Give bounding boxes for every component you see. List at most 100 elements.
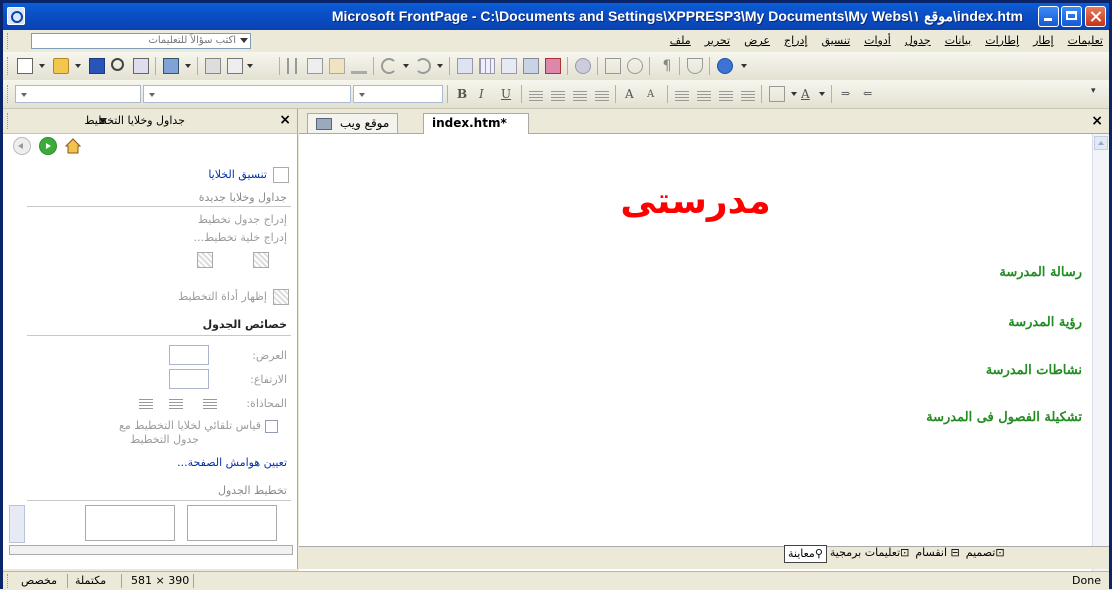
layout-preview[interactable] [85, 505, 175, 541]
folder-list-icon[interactable] [605, 58, 621, 74]
align-left-icon[interactable] [139, 399, 153, 409]
insert-layer-icon[interactable] [501, 58, 517, 74]
layout-list-scrollbar[interactable] [9, 505, 25, 543]
cut-icon[interactable] [287, 58, 297, 74]
layout-tool-icon[interactable] [273, 289, 289, 305]
font-color-icon[interactable]: A [801, 87, 810, 101]
page-margins-link[interactable]: تعيين هوامش الصفحة... [177, 456, 287, 469]
rtl-icon[interactable]: ⇐ [863, 87, 872, 100]
design-view-tab[interactable]: ⊡تصميم [963, 545, 1008, 563]
menu-help[interactable]: تعليمات [1068, 34, 1103, 47]
school-activities-link[interactable]: نشاطات المدرسة [986, 363, 1082, 378]
menu-insert[interactable]: إدراج [784, 34, 807, 47]
format-painter-icon[interactable] [351, 58, 367, 74]
insert-table-icon[interactable] [479, 58, 495, 74]
style-select[interactable] [15, 85, 141, 103]
school-vision-link[interactable]: رؤية المدرسة [1008, 315, 1082, 330]
menu-tools[interactable]: أدوات [864, 34, 891, 47]
split-view-tab[interactable]: ⊟ انقسام [912, 545, 962, 563]
status-complete[interactable]: مكتملة [75, 574, 106, 587]
justify-icon[interactable] [595, 91, 609, 101]
paragraph-mark-icon[interactable]: ¶ [659, 58, 675, 74]
ltr-icon[interactable]: ⇒ [841, 87, 850, 100]
status-custom[interactable]: مخصص [21, 574, 57, 587]
menu-frames[interactable]: إطارات [985, 34, 1019, 47]
search-icon[interactable] [111, 58, 124, 71]
new-page-icon[interactable] [17, 58, 33, 74]
toolbar-grip[interactable] [7, 85, 11, 103]
chevron-down-icon[interactable] [185, 64, 191, 68]
insert-layout-table-link[interactable]: إدراج جدول تخطيط [198, 213, 287, 226]
layout-list-dropdown[interactable] [9, 545, 293, 555]
menu-file[interactable]: ملف [670, 34, 691, 47]
drawing-icon[interactable] [545, 58, 561, 74]
layout-preview[interactable] [187, 505, 277, 541]
close-icon[interactable]: × [1091, 113, 1103, 129]
close-window-button[interactable] [1085, 6, 1106, 27]
numbering-icon[interactable] [675, 91, 689, 101]
redo-icon[interactable] [415, 58, 431, 74]
align-center-icon[interactable] [169, 399, 183, 409]
menu-table[interactable]: جدول [905, 34, 931, 47]
table-grid-icon[interactable] [197, 252, 213, 268]
menubar-grip[interactable] [7, 33, 11, 49]
close-icon[interactable]: × [279, 112, 291, 128]
align-left-icon[interactable] [529, 91, 543, 101]
page-canvas[interactable]: مدرستى رسالة المدرسة رؤية المدرسة نشاطات… [299, 134, 1092, 571]
format-cells-link[interactable]: تنسيق الخلايا [208, 168, 267, 181]
toolbar-grip[interactable] [7, 57, 11, 75]
publish-icon[interactable] [133, 58, 149, 74]
minimize-button[interactable] [1038, 6, 1059, 27]
scroll-up-icon[interactable] [1094, 136, 1108, 150]
maximize-button[interactable] [1061, 6, 1082, 27]
ask-question-box[interactable]: اكتب سؤالاً للتعليمات [31, 33, 251, 49]
menu-view[interactable]: عرض [744, 34, 770, 47]
chevron-down-icon[interactable] [39, 64, 45, 68]
print-icon[interactable] [205, 58, 221, 74]
increase-indent-icon[interactable] [741, 91, 755, 101]
borders-icon[interactable] [769, 86, 785, 102]
title-bar[interactable]: Microsoft FrontPage - C:\Documents and S… [3, 3, 1109, 30]
pane-grip[interactable] [7, 113, 11, 129]
autoscale-checkbox[interactable] [265, 420, 278, 433]
print-preview-icon[interactable] [227, 58, 243, 74]
home-icon[interactable] [64, 137, 82, 155]
toggle-pane-icon[interactable] [163, 58, 179, 74]
chevron-down-icon[interactable] [819, 92, 825, 96]
tab-index-htm[interactable]: index.htm* [423, 113, 529, 134]
undo-icon[interactable] [381, 58, 397, 74]
align-center-icon[interactable] [551, 91, 565, 101]
menu-edit[interactable]: تحرير [705, 34, 730, 47]
decrease-font-icon[interactable]: A [647, 89, 654, 100]
menu-data[interactable]: بيانات [945, 34, 972, 47]
underline-icon[interactable]: U [501, 87, 511, 101]
frontpage-app-icon[interactable] [7, 7, 25, 25]
chevron-down-icon[interactable] [437, 64, 443, 68]
chevron-down-icon[interactable] [75, 64, 81, 68]
insert-picture-icon[interactable] [523, 58, 539, 74]
increase-font-icon[interactable]: A [625, 87, 634, 101]
menu-format[interactable]: تنسيق [821, 34, 850, 47]
height-input[interactable] [169, 369, 209, 389]
page-vertical-scrollbar[interactable] [1092, 134, 1109, 571]
chevron-down-icon[interactable] [741, 64, 747, 68]
menu-frame[interactable]: إطار [1033, 34, 1053, 47]
help-icon[interactable] [717, 58, 733, 74]
chevron-down-icon[interactable] [403, 64, 409, 68]
italic-icon[interactable]: I [479, 87, 484, 101]
back-icon[interactable] [13, 137, 31, 155]
copy-icon[interactable] [307, 58, 323, 74]
web-component-icon[interactable] [457, 58, 473, 74]
hyperlink-icon[interactable] [575, 58, 591, 74]
toolbar-options-icon[interactable]: ▾ [1091, 86, 1107, 102]
chevron-down-icon[interactable] [247, 64, 253, 68]
width-input[interactable] [169, 345, 209, 365]
save-icon[interactable] [89, 58, 105, 74]
forward-icon[interactable] [39, 137, 57, 155]
format-cells-icon[interactable] [273, 167, 289, 183]
bullets-icon[interactable] [697, 91, 711, 101]
anchor-icon[interactable] [687, 58, 703, 74]
school-classes-link[interactable]: تشكيلة الفصول فى المدرسة [926, 410, 1082, 425]
code-view-tab[interactable]: ⊡تعليمات برمجية [827, 545, 912, 563]
chevron-down-icon[interactable] [791, 92, 797, 96]
